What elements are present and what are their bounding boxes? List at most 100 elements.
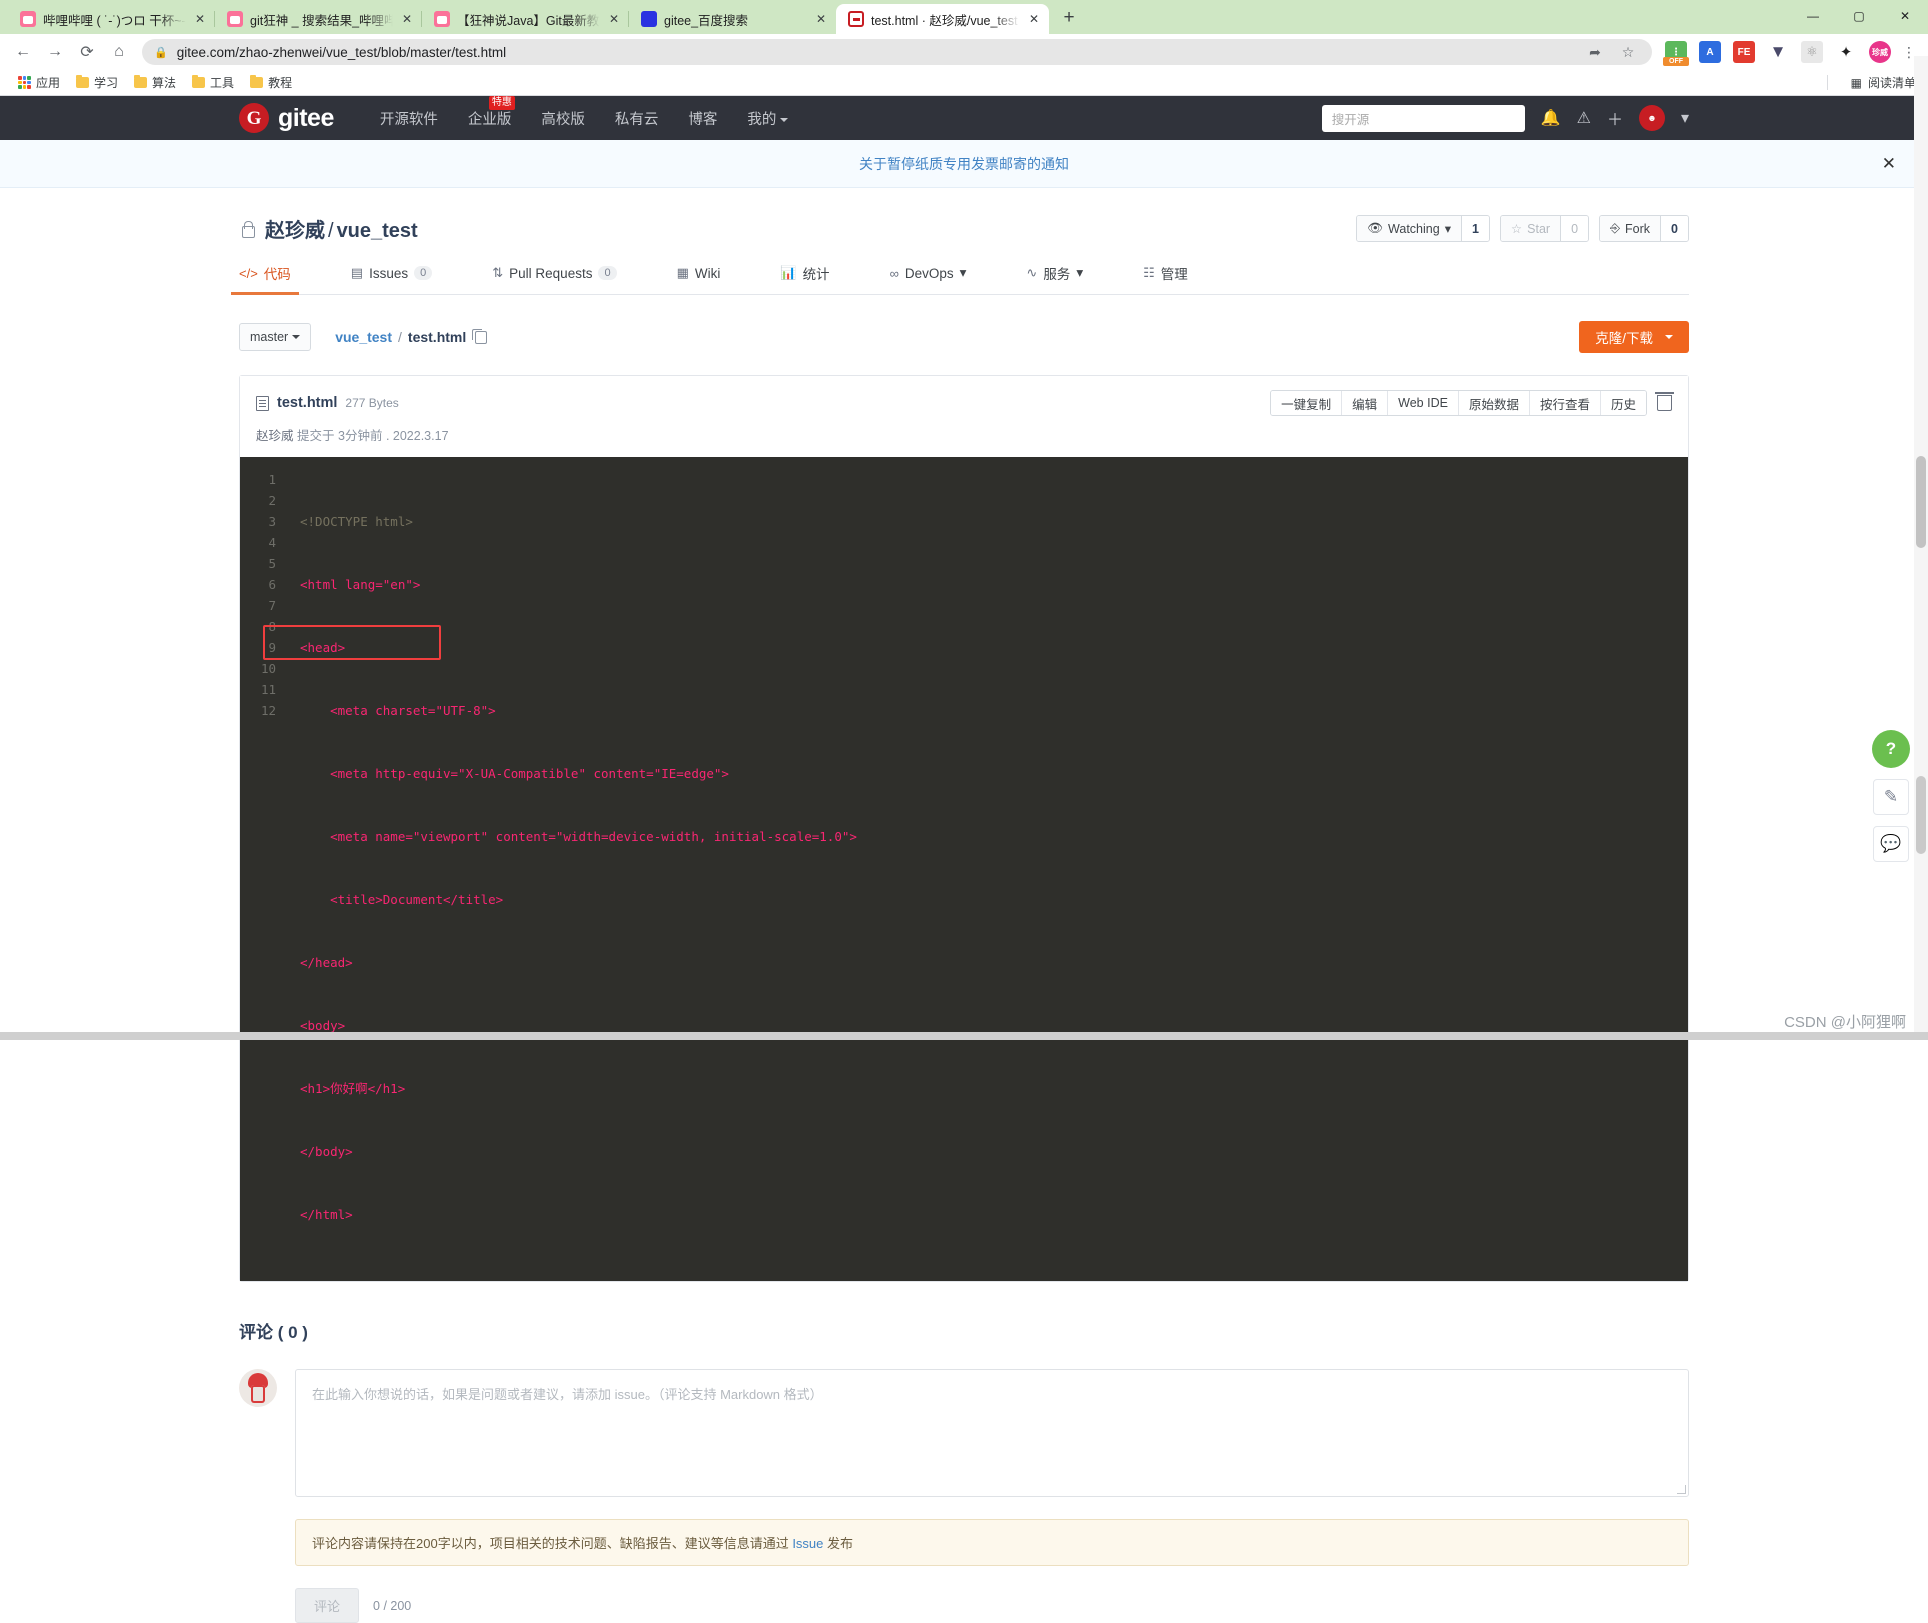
clone-download-button[interactable]: 克隆/下载: [1579, 321, 1689, 353]
chat-button[interactable]: 💬: [1873, 826, 1909, 862]
feedback-button[interactable]: ✎: [1873, 779, 1909, 815]
resize-handle-icon[interactable]: [1677, 1485, 1686, 1494]
bookmark-folder[interactable]: 学习: [68, 72, 126, 94]
breadcrumb-repo[interactable]: vue_test: [335, 329, 392, 345]
bookmark-folder[interactable]: 算法: [126, 72, 184, 94]
star-count[interactable]: 0: [1560, 216, 1589, 241]
trash-icon[interactable]: [1655, 392, 1674, 411]
A-extension-icon[interactable]: A: [1699, 41, 1721, 63]
tab-close-icon[interactable]: ✕: [814, 12, 828, 26]
fork-button-group[interactable]: ⎆ Fork 0: [1599, 215, 1689, 242]
copy-all-button[interactable]: 一键复制: [1271, 391, 1343, 415]
folder-icon: [76, 75, 90, 88]
star-button[interactable]: ☆ Star: [1500, 216, 1561, 241]
tab-code[interactable]: </> 代码: [231, 263, 299, 295]
tab-wiki[interactable]: ▦ Wiki: [677, 265, 721, 292]
nav-item-opensource[interactable]: 开源软件: [380, 108, 438, 129]
home-icon[interactable]: ⌂: [104, 37, 134, 67]
maximize-button[interactable]: ▢: [1836, 0, 1882, 32]
commit-verb: 提交于: [297, 429, 335, 443]
browser-tab[interactable]: gitee_百度搜索 ✕: [628, 4, 836, 34]
avatar: [239, 1369, 277, 1407]
FE-extension-icon[interactable]: FE: [1733, 41, 1755, 63]
help-button[interactable]: ?: [1872, 730, 1910, 768]
copy-icon[interactable]: [472, 328, 488, 344]
code-line-5: <meta name="viewport" content="width=dev…: [300, 829, 857, 844]
nav-item-campus[interactable]: 高校版: [541, 108, 585, 129]
share-icon[interactable]: ➦: [1583, 40, 1607, 64]
chevron-down-icon: ▾: [1444, 222, 1451, 236]
tab-pull-requests[interactable]: ⇅ Pull Requests 0: [492, 265, 617, 292]
gitee-logo[interactable]: G gitee: [239, 103, 334, 133]
nav-item-privatecloud[interactable]: 私有云: [615, 108, 659, 129]
code-line-4: <meta http-equiv="X-UA-Compatible" conte…: [300, 766, 729, 781]
bookmark-apps[interactable]: 应用: [10, 72, 68, 94]
nav-item-blog[interactable]: 博客: [688, 108, 717, 129]
browser-tab[interactable]: 哔哩哔哩 ( ˙-˙)つロ 干杯~-bili ✕: [8, 4, 215, 34]
blame-button[interactable]: 按行查看: [1529, 391, 1601, 415]
reading-list-button[interactable]: ▦ 阅读清单: [1851, 74, 1916, 91]
close-icon[interactable]: ✕: [1882, 154, 1896, 174]
new-tab-button[interactable]: +: [1055, 4, 1083, 32]
back-icon[interactable]: ←: [8, 37, 38, 67]
commit-author[interactable]: 赵珍威: [256, 429, 294, 443]
search-input[interactable]: 搜开源: [1321, 104, 1525, 132]
message-icon[interactable]: ⚠: [1577, 108, 1591, 128]
service-icon: ∿: [1026, 265, 1038, 280]
tab-label: 统计: [802, 267, 830, 282]
tab-close-icon[interactable]: ✕: [400, 12, 414, 26]
plus-icon[interactable]: ＋: [1607, 106, 1623, 130]
star-button-group[interactable]: ☆ Star 0: [1499, 215, 1590, 242]
submit-comment-button[interactable]: 评论: [295, 1588, 360, 1623]
close-window-button[interactable]: ✕: [1882, 0, 1928, 32]
bookmark-star-icon[interactable]: ☆: [1616, 40, 1640, 64]
page-scrollbar-track[interactable]: [1914, 56, 1928, 1040]
tab-manage[interactable]: ☷ 管理: [1143, 263, 1188, 294]
nav-item-enterprise[interactable]: 企业版 特惠: [468, 95, 515, 129]
fork-count[interactable]: 0: [1660, 216, 1688, 241]
notice-link[interactable]: 关于暂停纸质专用发票邮寄的通知: [859, 154, 1069, 174]
web-ide-button[interactable]: Web IDE: [1388, 391, 1459, 415]
watching-button-group[interactable]: 👁 Watching ▾ 1: [1356, 215, 1490, 242]
tab-close-icon[interactable]: ✕: [1027, 12, 1041, 26]
minimize-button[interactable]: —: [1790, 0, 1836, 32]
history-button[interactable]: 历史: [1600, 391, 1646, 415]
comment-textarea[interactable]: 在此输入你想说的话，如果是问题或者建议，请添加 issue。（评论支持 Mark…: [295, 1369, 1689, 1497]
nav-item-mine[interactable]: 我的: [747, 108, 789, 129]
page-scrollbar-thumb[interactable]: [1916, 456, 1926, 548]
reload-icon[interactable]: ⟳: [72, 37, 102, 67]
chevron-down-icon[interactable]: ▾: [1681, 108, 1689, 128]
forward-icon[interactable]: →: [40, 37, 70, 67]
bell-icon[interactable]: 🔔: [1541, 108, 1561, 128]
code-content[interactable]: <!DOCTYPE html> <html lang="en"> <head> …: [286, 469, 1688, 1267]
tab-statistics[interactable]: 📊 统计: [780, 263, 829, 294]
repo-owner[interactable]: 赵珍威: [265, 220, 325, 242]
browser-tab[interactable]: 【狂神说Java】Git最新教程通俗 ✕: [421, 4, 629, 34]
fork-button[interactable]: ⎆ Fork: [1600, 216, 1661, 241]
V-extension-icon[interactable]: ▼: [1767, 41, 1789, 63]
user-avatar[interactable]: ☻: [1638, 105, 1665, 131]
tab-services[interactable]: ∿ 服务 ▾: [1026, 263, 1083, 294]
tab-close-icon[interactable]: ✕: [193, 12, 207, 26]
edit-button[interactable]: 编辑: [1342, 391, 1389, 415]
browser-tab-active[interactable]: test.html · 赵珍威/vue_test - 码 ✕: [836, 4, 1049, 34]
branch-selector[interactable]: master: [239, 323, 312, 351]
inner-scrollbar-thumb[interactable]: [1916, 776, 1926, 854]
bookmark-folder[interactable]: 工具: [184, 72, 242, 94]
raw-data-button[interactable]: 原始数据: [1458, 391, 1530, 415]
tab-devops[interactable]: ∞ DevOps ▾: [890, 265, 967, 292]
watching-count[interactable]: 1: [1460, 216, 1489, 241]
profile-avatar[interactable]: 珍威: [1869, 41, 1891, 63]
tab-issues[interactable]: ▤ Issues 0: [351, 265, 433, 292]
puzzle-extension-icon[interactable]: ✦: [1835, 41, 1857, 63]
tab-close-icon[interactable]: ✕: [607, 12, 621, 26]
watching-button[interactable]: 👁 Watching ▾: [1357, 216, 1461, 241]
issue-link[interactable]: Issue: [792, 1536, 823, 1551]
address-bar[interactable]: 🔒 gitee.com/zhao-zhenwei/vue_test/blob/m…: [142, 39, 1652, 65]
atom-extension-icon[interactable]: ⚛: [1801, 41, 1823, 63]
bookmark-folder[interactable]: 教程: [242, 72, 300, 94]
repo-name[interactable]: vue_test: [337, 220, 418, 242]
line-number: 6: [268, 577, 276, 592]
off-badge-extension-icon[interactable]: ⋮: [1663, 41, 1689, 66]
browser-tab[interactable]: git狂神 _ 搜索结果_哔哩哔哩_Bil ✕: [214, 4, 422, 34]
